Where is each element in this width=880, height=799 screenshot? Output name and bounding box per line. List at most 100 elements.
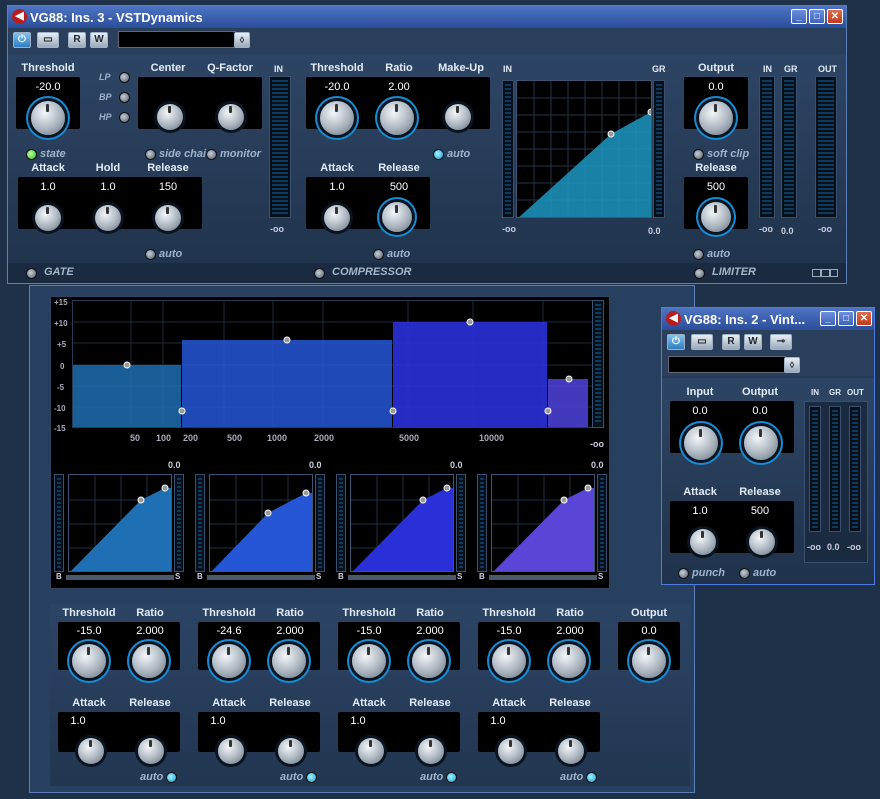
- vintage-auto-button[interactable]: [739, 568, 750, 579]
- band-1-rect[interactable]: [73, 365, 181, 428]
- module-order-icon[interactable]: [812, 269, 838, 277]
- preset-field[interactable]: [118, 31, 236, 48]
- band-2-release-knob[interactable]: [278, 738, 304, 764]
- bypass-icon[interactable]: ▭: [37, 32, 59, 48]
- band-1-handle[interactable]: [123, 361, 131, 369]
- band-2-auto-button[interactable]: [306, 772, 317, 783]
- compressor-enable-button[interactable]: [314, 268, 325, 279]
- comp-ratio-knob[interactable]: [380, 101, 414, 135]
- band-1-auto-button[interactable]: [166, 772, 177, 783]
- band-3-attack-knob[interactable]: [358, 738, 384, 764]
- band-4-attack-knob[interactable]: [498, 738, 524, 764]
- gate-threshold-knob[interactable]: [31, 101, 65, 135]
- multiband-output-knob[interactable]: [632, 644, 666, 678]
- band-4-output-handle[interactable]: [584, 484, 592, 492]
- vintage-minimize-button[interactable]: _: [820, 311, 836, 326]
- close-button[interactable]: ✕: [827, 9, 843, 24]
- gate-auto-button[interactable]: [145, 249, 156, 260]
- power-icon[interactable]: ⏻: [13, 32, 31, 48]
- band-3-threshold-knob[interactable]: [352, 644, 386, 678]
- comp-threshold-handle[interactable]: [607, 130, 615, 138]
- vintage-output-knob[interactable]: [744, 426, 778, 460]
- band-2-handle[interactable]: [283, 336, 291, 344]
- gate-hold-knob[interactable]: [95, 205, 121, 231]
- maximize-button[interactable]: □: [809, 9, 825, 24]
- band-3-output-handle[interactable]: [443, 484, 451, 492]
- band-1-release-knob[interactable]: [138, 738, 164, 764]
- band-4-release-knob[interactable]: [558, 738, 584, 764]
- band-1-output-handle[interactable]: [161, 484, 169, 492]
- vintage-attack-knob[interactable]: [690, 529, 716, 555]
- band-2-ratio-knob[interactable]: [272, 644, 306, 678]
- vintage-input-knob[interactable]: [684, 426, 718, 460]
- band-4-bypass-solo-bar[interactable]: [489, 575, 597, 580]
- minimize-button[interactable]: _: [791, 9, 807, 24]
- band-3-release-knob[interactable]: [418, 738, 444, 764]
- band-4-auto-button[interactable]: [586, 772, 597, 783]
- comp-release-knob[interactable]: [382, 202, 412, 232]
- band-2-threshold-handle[interactable]: [264, 509, 272, 517]
- crossover-1-handle[interactable]: [178, 407, 186, 415]
- comp-makeup-auto-button[interactable]: [433, 149, 444, 160]
- comp-makeup-knob[interactable]: [445, 104, 471, 130]
- punch-button[interactable]: [678, 568, 689, 579]
- vintage-release-knob[interactable]: [749, 529, 775, 555]
- comp-output-handle[interactable]: [647, 108, 652, 116]
- limiter-release-knob[interactable]: [701, 202, 731, 232]
- crossover-3-handle[interactable]: [544, 407, 552, 415]
- vintage-bypass-icon[interactable]: ▭: [691, 334, 713, 350]
- vintage-preset-field[interactable]: [668, 356, 786, 373]
- band-1-ratio-knob[interactable]: [132, 644, 166, 678]
- vintage-close-button[interactable]: ✕: [856, 311, 872, 326]
- vintage-extra-icon[interactable]: ⊸: [770, 334, 792, 350]
- band-1-attack-knob[interactable]: [78, 738, 104, 764]
- vintage-write-button[interactable]: W: [744, 334, 762, 350]
- vintage-power-icon[interactable]: ⏻: [667, 334, 685, 350]
- band-3-threshold-handle[interactable]: [419, 496, 427, 504]
- comp-attack-knob[interactable]: [324, 205, 350, 231]
- soft-clip-button[interactable]: [693, 149, 704, 160]
- comp-threshold-knob[interactable]: [320, 101, 354, 135]
- monitor-button[interactable]: [206, 149, 217, 160]
- limiter-output-knob[interactable]: [699, 101, 733, 135]
- filter-bp-button[interactable]: [119, 92, 130, 103]
- vintage-read-button[interactable]: R: [722, 334, 740, 350]
- band-4-handle[interactable]: [565, 375, 573, 383]
- vintage-maximize-button[interactable]: □: [838, 311, 854, 326]
- band-4-threshold-handle[interactable]: [560, 496, 568, 504]
- qfactor-knob[interactable]: [218, 104, 244, 130]
- band-3-ratio-knob[interactable]: [412, 644, 446, 678]
- band-1-bypass-solo-bar[interactable]: [66, 575, 174, 580]
- band-3-auto-button[interactable]: [446, 772, 457, 783]
- vintage-preset-menu-icon[interactable]: ◊: [784, 357, 800, 373]
- filter-lp-button[interactable]: [119, 72, 130, 83]
- limiter-auto-button[interactable]: [693, 249, 704, 260]
- band-2-bypass-solo-bar[interactable]: [207, 575, 315, 580]
- band-2-rect[interactable]: [182, 340, 392, 428]
- side-chain-button[interactable]: [145, 149, 156, 160]
- band-1-threshold-knob[interactable]: [72, 644, 106, 678]
- band-4-ratio-knob[interactable]: [552, 644, 586, 678]
- band-2-attack-knob[interactable]: [218, 738, 244, 764]
- gate-enable-button[interactable]: [26, 268, 37, 279]
- center-knob[interactable]: [157, 104, 183, 130]
- band-2-output-handle[interactable]: [302, 489, 310, 497]
- band-1-threshold-handle[interactable]: [137, 496, 145, 504]
- band-3-rect[interactable]: [393, 322, 547, 428]
- limiter-enable-button[interactable]: [694, 268, 705, 279]
- comp-release-auto-button[interactable]: [373, 249, 384, 260]
- gate-attack-knob[interactable]: [35, 205, 61, 231]
- band-3-handle[interactable]: [466, 318, 474, 326]
- band-3-bypass-solo-bar[interactable]: [348, 575, 456, 580]
- crossover-2-handle[interactable]: [389, 407, 397, 415]
- vintage-titlebar[interactable]: ◀ VG88: Ins. 2 - Vint... _ □ ✕: [662, 308, 874, 330]
- vstdynamics-titlebar[interactable]: ◀ VG88: Ins. 3 - VSTDynamics _ □ ✕: [8, 6, 846, 28]
- preset-menu-icon[interactable]: ◊: [234, 32, 250, 48]
- filter-hp-button[interactable]: [119, 112, 130, 123]
- band-2-threshold-knob[interactable]: [212, 644, 246, 678]
- gate-state-led-icon[interactable]: [26, 149, 37, 160]
- write-button[interactable]: W: [90, 32, 108, 48]
- band-4-rect[interactable]: [548, 379, 588, 428]
- read-button[interactable]: R: [68, 32, 86, 48]
- gate-release-knob[interactable]: [155, 205, 181, 231]
